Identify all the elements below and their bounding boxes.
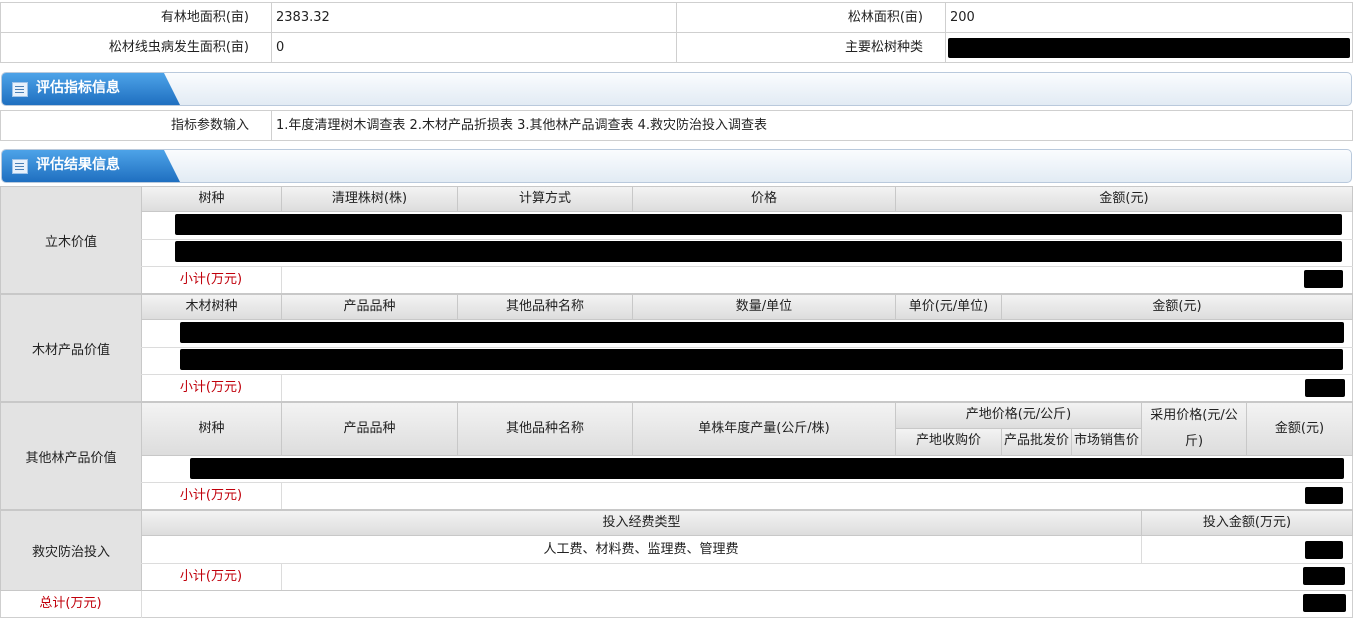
col-other-species: 树种 [141, 402, 282, 456]
standing-value-label: 立木价值 [0, 186, 142, 294]
col-annual-yield: 单株年度产量(公斤/株) [632, 402, 896, 456]
col-retail-price: 市场销售价 [1071, 428, 1142, 456]
param-input-value: 1.年度清理树木调查表 2.木材产品折损表 3.其他林产品调查表 4.救灾防治投… [271, 110, 1353, 141]
disease-area-label: 松材线虫病发生面积(亩) [0, 32, 272, 63]
col-calc-method: 计算方式 [457, 186, 633, 212]
list-icon [12, 159, 28, 174]
col-wholesale-price: 产品批发价 [1001, 428, 1072, 456]
col-investment-type: 投入经费类型 [141, 510, 1142, 536]
col-cleared-count: 清理株树(株) [281, 186, 458, 212]
redacted-block [1304, 270, 1343, 288]
redacted-block [1303, 594, 1346, 612]
col-adopted-price: 采用价格(元/公斤) [1141, 402, 1247, 456]
redacted-block [1305, 541, 1343, 559]
section-tab: 评估结果信息 [2, 150, 180, 182]
redacted-block [1305, 379, 1345, 397]
redacted-block [1305, 487, 1343, 504]
forest-area-label: 有林地面积(亩) [0, 2, 272, 33]
timber-value-label: 木材产品价值 [0, 294, 142, 402]
col-unit-price: 单价(元/单位) [895, 294, 1002, 320]
relief-investment-label: 救灾防治投入 [0, 510, 142, 591]
section-indicator-header: 评估指标信息 [1, 72, 1352, 106]
col-quantity-unit: 数量/单位 [632, 294, 896, 320]
redacted-block [175, 241, 1342, 262]
grand-total-label: 总计(万元) [0, 591, 142, 618]
list-icon [12, 82, 28, 97]
pine-species-label: 主要松树种类 [676, 32, 946, 63]
col-investment-amount: 投入金额(万元) [1141, 510, 1353, 536]
section-result-header: 评估结果信息 [1, 149, 1352, 183]
redacted-block [948, 38, 1350, 58]
col-species: 树种 [141, 186, 282, 212]
col-timber-species: 木材树种 [141, 294, 282, 320]
param-input-label: 指标参数输入 [0, 110, 272, 141]
col-origin-price: 产地价格(元/公斤) [895, 402, 1142, 429]
investment-type-value: 人工费、材料费、监理费、管理费 [141, 536, 1142, 564]
redacted-block [175, 214, 1342, 235]
forest-area-value: 2383.32 [271, 2, 677, 33]
section-result-title: 评估结果信息 [36, 157, 120, 173]
pine-area-label: 松林面积(亩) [676, 2, 946, 33]
pine-species-value [945, 32, 1353, 63]
pine-area-value: 200 [945, 2, 1353, 33]
timber-subtotal-label: 小计(万元) [141, 375, 282, 402]
col-other-product-type: 产品品种 [281, 402, 458, 456]
standing-subtotal-label: 小计(万元) [141, 267, 282, 294]
relief-subtotal-label: 小计(万元) [141, 564, 282, 591]
col-timber-amount: 金额(元) [1001, 294, 1353, 320]
other-subtotal-label: 小计(万元) [141, 483, 282, 510]
col-other-amount: 金额(元) [1246, 402, 1353, 456]
col-other-type-name2: 其他品种名称 [457, 402, 633, 456]
redacted-block [1303, 567, 1345, 585]
col-amount: 金额(元) [895, 186, 1353, 212]
col-price: 价格 [632, 186, 896, 212]
section-indicator-title: 评估指标信息 [36, 80, 120, 96]
redacted-block [190, 458, 1344, 479]
col-purchase-price: 产地收购价 [895, 428, 1002, 456]
section-tab: 评估指标信息 [2, 73, 180, 105]
disease-area-value: 0 [271, 32, 677, 63]
other-product-value-label: 其他林产品价值 [0, 402, 142, 510]
redacted-block [180, 322, 1344, 343]
col-other-type-name: 其他品种名称 [457, 294, 633, 320]
redacted-block [180, 349, 1343, 370]
col-product-type: 产品品种 [281, 294, 458, 320]
